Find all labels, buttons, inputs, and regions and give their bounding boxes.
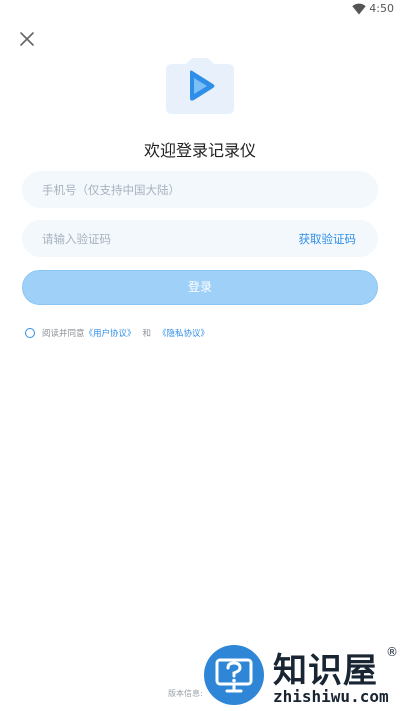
privacy-policy-link[interactable]: 《隐私协议》 — [158, 327, 209, 339]
phone-field — [22, 171, 378, 208]
agreement-conjunction: 和 — [142, 329, 152, 339]
agreement-prefix: 阅读并同意 — [42, 329, 85, 339]
close-button[interactable] — [16, 28, 38, 50]
clock: 4:50 — [369, 2, 394, 15]
watermark-en: zhishiwu.com — [273, 687, 389, 706]
agreement-row: 阅读并同意 《用户协议》 和 《隐私协议》 — [25, 326, 209, 340]
code-field: 获取验证码 — [22, 220, 378, 257]
phone-input[interactable] — [42, 171, 282, 208]
version-info: 版本信息: — [168, 689, 203, 698]
watermark-cn: 知识屋 — [273, 651, 378, 691]
agreement-checkbox[interactable] — [25, 328, 35, 338]
watermark-logo: 知识屋 ® zhishiwu.com — [203, 641, 400, 711]
status-bar: 4:50 — [0, 0, 400, 20]
watermark-reg: ® — [386, 645, 398, 659]
page-title: 欢迎登录记录仪 — [143, 141, 256, 160]
code-input[interactable] — [42, 220, 282, 257]
close-icon — [20, 32, 34, 46]
wifi-icon — [352, 3, 366, 15]
play-logo-icon — [166, 58, 234, 114]
user-agreement-link[interactable]: 《用户协议》 — [85, 327, 136, 339]
question-monitor-icon — [204, 645, 264, 705]
login-button[interactable]: 登录 — [22, 270, 378, 305]
get-code-button[interactable]: 获取验证码 — [299, 231, 357, 247]
